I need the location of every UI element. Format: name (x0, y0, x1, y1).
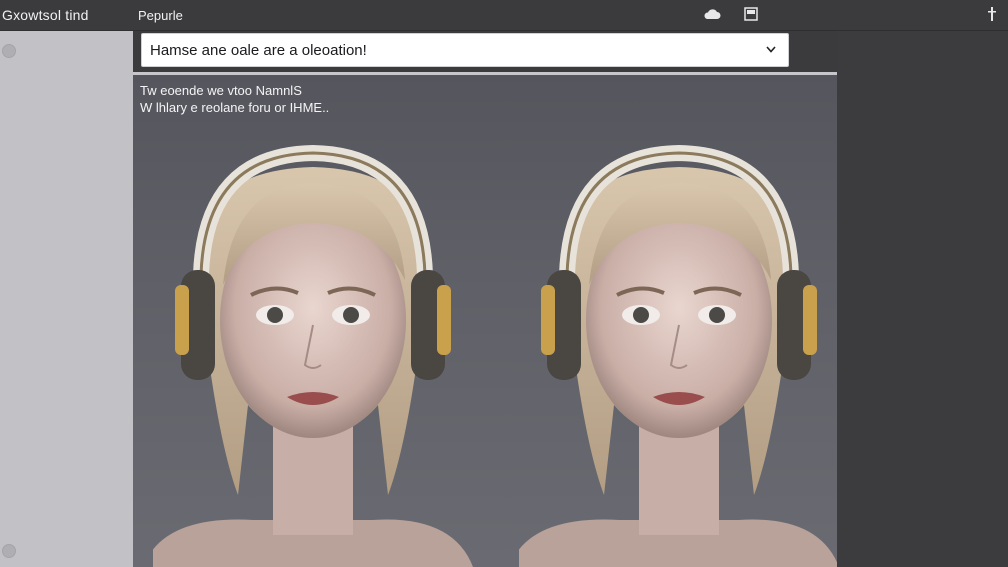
right-panel (837, 31, 1008, 567)
image-viewer[interactable] (133, 75, 837, 567)
sidebar-settings-icon[interactable] (2, 544, 16, 558)
menu-item-preferences[interactable]: Pepurle (138, 8, 183, 23)
cloud-icon[interactable] (702, 5, 722, 23)
prompt-input-value: Hamse ane oale are a oleoation! (150, 42, 367, 59)
left-sidebar (0, 31, 133, 567)
image-caption: Tw eoende we vtoo NamnlS W lhlary e reol… (140, 82, 329, 116)
info-icon[interactable] (982, 5, 1002, 23)
prompt-input[interactable]: Hamse ane oale are a oleoation! (141, 33, 789, 67)
window-icon[interactable] (741, 5, 761, 23)
chevron-down-icon[interactable] (766, 41, 776, 57)
app-title: Gxowtsol tind (2, 7, 89, 23)
generated-image-left[interactable] (153, 75, 473, 567)
caption-line-1: Tw eoende we vtoo NamnlS (140, 83, 302, 98)
sidebar-toggle-icon[interactable] (2, 44, 16, 58)
caption-line-2: W lhlary e reolane foru or IHME.. (140, 100, 330, 115)
generated-image-right[interactable] (519, 75, 837, 567)
top-bar: Gxowtsol tind Pepurle (0, 0, 1008, 31)
